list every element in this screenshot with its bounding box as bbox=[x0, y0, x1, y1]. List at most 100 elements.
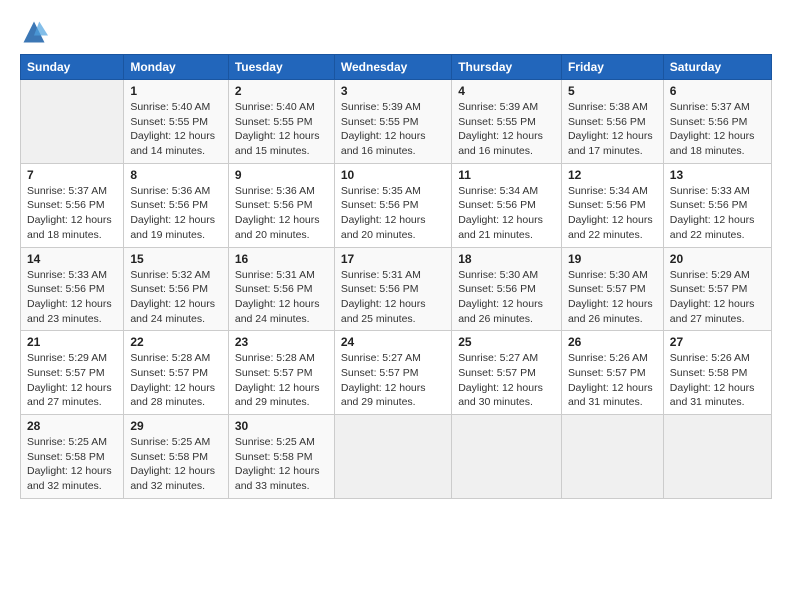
day-info: Sunrise: 5:40 AMSunset: 5:55 PMDaylight:… bbox=[130, 101, 215, 157]
day-info: Sunrise: 5:36 AMSunset: 5:56 PMDaylight:… bbox=[235, 185, 320, 241]
day-number: 11 bbox=[458, 168, 555, 182]
day-info: Sunrise: 5:29 AMSunset: 5:57 PMDaylight:… bbox=[27, 352, 112, 408]
day-number: 28 bbox=[27, 419, 117, 433]
day-info: Sunrise: 5:34 AMSunset: 5:56 PMDaylight:… bbox=[568, 185, 653, 241]
calendar-cell: 10 Sunrise: 5:35 AMSunset: 5:56 PMDaylig… bbox=[334, 163, 451, 247]
calendar-cell: 3 Sunrise: 5:39 AMSunset: 5:55 PMDayligh… bbox=[334, 80, 451, 164]
day-info: Sunrise: 5:35 AMSunset: 5:56 PMDaylight:… bbox=[341, 185, 426, 241]
header bbox=[20, 18, 772, 46]
day-number: 17 bbox=[341, 252, 445, 266]
day-number: 3 bbox=[341, 84, 445, 98]
calendar-cell: 20 Sunrise: 5:29 AMSunset: 5:57 PMDaylig… bbox=[663, 247, 771, 331]
day-info: Sunrise: 5:28 AMSunset: 5:57 PMDaylight:… bbox=[235, 352, 320, 408]
day-number: 9 bbox=[235, 168, 328, 182]
day-info: Sunrise: 5:27 AMSunset: 5:57 PMDaylight:… bbox=[341, 352, 426, 408]
day-number: 29 bbox=[130, 419, 222, 433]
calendar-cell: 24 Sunrise: 5:27 AMSunset: 5:57 PMDaylig… bbox=[334, 331, 451, 415]
day-number: 19 bbox=[568, 252, 657, 266]
day-info: Sunrise: 5:30 AMSunset: 5:57 PMDaylight:… bbox=[568, 269, 653, 325]
day-info: Sunrise: 5:31 AMSunset: 5:56 PMDaylight:… bbox=[341, 269, 426, 325]
day-number: 2 bbox=[235, 84, 328, 98]
logo-icon bbox=[20, 18, 48, 46]
header-day: Monday bbox=[124, 55, 229, 80]
calendar-cell: 2 Sunrise: 5:40 AMSunset: 5:55 PMDayligh… bbox=[228, 80, 334, 164]
day-number: 30 bbox=[235, 419, 328, 433]
day-number: 12 bbox=[568, 168, 657, 182]
calendar-cell bbox=[452, 415, 562, 499]
day-info: Sunrise: 5:31 AMSunset: 5:56 PMDaylight:… bbox=[235, 269, 320, 325]
header-day: Thursday bbox=[452, 55, 562, 80]
day-info: Sunrise: 5:34 AMSunset: 5:56 PMDaylight:… bbox=[458, 185, 543, 241]
calendar-cell bbox=[334, 415, 451, 499]
day-number: 18 bbox=[458, 252, 555, 266]
day-number: 4 bbox=[458, 84, 555, 98]
day-info: Sunrise: 5:29 AMSunset: 5:57 PMDaylight:… bbox=[670, 269, 755, 325]
day-number: 24 bbox=[341, 335, 445, 349]
calendar-cell: 27 Sunrise: 5:26 AMSunset: 5:58 PMDaylig… bbox=[663, 331, 771, 415]
calendar-cell: 11 Sunrise: 5:34 AMSunset: 5:56 PMDaylig… bbox=[452, 163, 562, 247]
calendar-cell: 13 Sunrise: 5:33 AMSunset: 5:56 PMDaylig… bbox=[663, 163, 771, 247]
day-number: 1 bbox=[130, 84, 222, 98]
week-row: 28 Sunrise: 5:25 AMSunset: 5:58 PMDaylig… bbox=[21, 415, 772, 499]
day-number: 5 bbox=[568, 84, 657, 98]
day-info: Sunrise: 5:25 AMSunset: 5:58 PMDaylight:… bbox=[27, 436, 112, 492]
day-number: 23 bbox=[235, 335, 328, 349]
calendar-cell: 19 Sunrise: 5:30 AMSunset: 5:57 PMDaylig… bbox=[561, 247, 663, 331]
day-info: Sunrise: 5:32 AMSunset: 5:56 PMDaylight:… bbox=[130, 269, 215, 325]
day-info: Sunrise: 5:36 AMSunset: 5:56 PMDaylight:… bbox=[130, 185, 215, 241]
day-number: 27 bbox=[670, 335, 765, 349]
day-number: 13 bbox=[670, 168, 765, 182]
day-number: 6 bbox=[670, 84, 765, 98]
day-info: Sunrise: 5:30 AMSunset: 5:56 PMDaylight:… bbox=[458, 269, 543, 325]
logo bbox=[20, 18, 52, 46]
header-day: Tuesday bbox=[228, 55, 334, 80]
calendar-cell: 16 Sunrise: 5:31 AMSunset: 5:56 PMDaylig… bbox=[228, 247, 334, 331]
calendar-cell: 18 Sunrise: 5:30 AMSunset: 5:56 PMDaylig… bbox=[452, 247, 562, 331]
calendar-cell: 14 Sunrise: 5:33 AMSunset: 5:56 PMDaylig… bbox=[21, 247, 124, 331]
day-number: 10 bbox=[341, 168, 445, 182]
day-info: Sunrise: 5:33 AMSunset: 5:56 PMDaylight:… bbox=[27, 269, 112, 325]
day-info: Sunrise: 5:28 AMSunset: 5:57 PMDaylight:… bbox=[130, 352, 215, 408]
day-info: Sunrise: 5:25 AMSunset: 5:58 PMDaylight:… bbox=[235, 436, 320, 492]
week-row: 1 Sunrise: 5:40 AMSunset: 5:55 PMDayligh… bbox=[21, 80, 772, 164]
calendar-cell: 15 Sunrise: 5:32 AMSunset: 5:56 PMDaylig… bbox=[124, 247, 229, 331]
calendar-cell: 17 Sunrise: 5:31 AMSunset: 5:56 PMDaylig… bbox=[334, 247, 451, 331]
day-number: 21 bbox=[27, 335, 117, 349]
day-number: 20 bbox=[670, 252, 765, 266]
day-number: 25 bbox=[458, 335, 555, 349]
day-info: Sunrise: 5:26 AMSunset: 5:57 PMDaylight:… bbox=[568, 352, 653, 408]
calendar-cell bbox=[561, 415, 663, 499]
day-info: Sunrise: 5:33 AMSunset: 5:56 PMDaylight:… bbox=[670, 185, 755, 241]
week-row: 7 Sunrise: 5:37 AMSunset: 5:56 PMDayligh… bbox=[21, 163, 772, 247]
calendar-cell: 28 Sunrise: 5:25 AMSunset: 5:58 PMDaylig… bbox=[21, 415, 124, 499]
day-info: Sunrise: 5:26 AMSunset: 5:58 PMDaylight:… bbox=[670, 352, 755, 408]
day-number: 8 bbox=[130, 168, 222, 182]
header-day: Sunday bbox=[21, 55, 124, 80]
week-row: 21 Sunrise: 5:29 AMSunset: 5:57 PMDaylig… bbox=[21, 331, 772, 415]
day-info: Sunrise: 5:25 AMSunset: 5:58 PMDaylight:… bbox=[130, 436, 215, 492]
week-row: 14 Sunrise: 5:33 AMSunset: 5:56 PMDaylig… bbox=[21, 247, 772, 331]
calendar-cell: 23 Sunrise: 5:28 AMSunset: 5:57 PMDaylig… bbox=[228, 331, 334, 415]
day-number: 16 bbox=[235, 252, 328, 266]
header-day: Saturday bbox=[663, 55, 771, 80]
day-info: Sunrise: 5:38 AMSunset: 5:56 PMDaylight:… bbox=[568, 101, 653, 157]
page: SundayMondayTuesdayWednesdayThursdayFrid… bbox=[0, 0, 792, 612]
header-day: Friday bbox=[561, 55, 663, 80]
calendar-cell: 26 Sunrise: 5:26 AMSunset: 5:57 PMDaylig… bbox=[561, 331, 663, 415]
day-number: 7 bbox=[27, 168, 117, 182]
calendar-cell: 7 Sunrise: 5:37 AMSunset: 5:56 PMDayligh… bbox=[21, 163, 124, 247]
day-number: 14 bbox=[27, 252, 117, 266]
calendar-cell: 5 Sunrise: 5:38 AMSunset: 5:56 PMDayligh… bbox=[561, 80, 663, 164]
day-number: 26 bbox=[568, 335, 657, 349]
day-info: Sunrise: 5:39 AMSunset: 5:55 PMDaylight:… bbox=[341, 101, 426, 157]
calendar-cell: 25 Sunrise: 5:27 AMSunset: 5:57 PMDaylig… bbox=[452, 331, 562, 415]
calendar-cell: 9 Sunrise: 5:36 AMSunset: 5:56 PMDayligh… bbox=[228, 163, 334, 247]
calendar-cell bbox=[663, 415, 771, 499]
day-info: Sunrise: 5:27 AMSunset: 5:57 PMDaylight:… bbox=[458, 352, 543, 408]
calendar-table: SundayMondayTuesdayWednesdayThursdayFrid… bbox=[20, 54, 772, 499]
day-info: Sunrise: 5:37 AMSunset: 5:56 PMDaylight:… bbox=[27, 185, 112, 241]
day-number: 22 bbox=[130, 335, 222, 349]
calendar-cell: 12 Sunrise: 5:34 AMSunset: 5:56 PMDaylig… bbox=[561, 163, 663, 247]
day-number: 15 bbox=[130, 252, 222, 266]
calendar-cell: 8 Sunrise: 5:36 AMSunset: 5:56 PMDayligh… bbox=[124, 163, 229, 247]
